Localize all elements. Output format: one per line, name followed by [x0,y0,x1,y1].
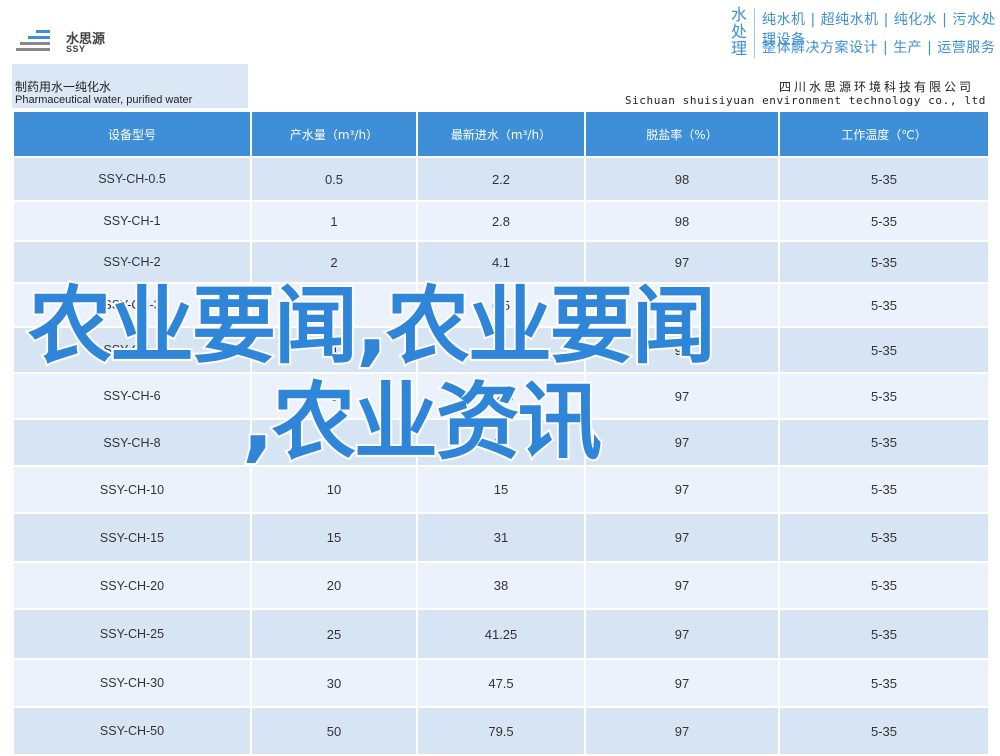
table-row: SSY-CH-10 10 15 97 5-35 [14,467,988,512]
cell-inflow: 41.25 [418,610,584,658]
cell-desalination: 97 [586,467,778,512]
cell-desalination: 97 [586,610,778,658]
company-name-cn: 四川水思源环境科技有限公司 [778,80,974,94]
header-output: 产水量（m³/h） [252,112,416,156]
product-title-en: Pharmaceutical water, purified water [15,94,193,106]
table-row: SSY-CH-2 2 4.1 97 5-35 [14,242,988,282]
cell-output: 10 [252,467,416,512]
cell-inflow: 47.5 [418,660,584,706]
table-row: SSY-CH-50 50 79.5 97 5-35 [14,708,988,754]
cell-desalination: 97 [586,514,778,561]
cell-model: SSY-CH-25 [14,610,250,658]
cell-model: SSY-CH-2 [14,242,250,282]
headline-line-2: ,农业资讯 [240,372,604,472]
brand-vertical-char: 理 [730,39,747,58]
cell-output: 50 [252,708,416,754]
table-row: SSY-CH-30 30 47.5 97 5-35 [14,660,988,706]
brand-vertical-text: 水 处 理 [728,6,750,57]
cell-inflow: 2.8 [418,202,584,240]
cell-output: 2 [252,242,416,282]
cell-desalination: 97 [586,563,778,608]
cell-temperature: 5-35 [780,467,988,512]
cell-desalination: 98 [586,202,778,240]
cell-inflow: 38 [418,563,584,608]
cell-output: 20 [252,563,416,608]
cell-desalination: 97 [586,660,778,706]
brand-vertical-char: 水 [730,5,747,24]
brand-divider [754,8,755,58]
cell-inflow: 2.2 [418,158,584,200]
cell-inflow: 79.5 [418,708,584,754]
table-row: SSY-CH-15 15 31 97 5-35 [14,514,988,561]
header-temperature: 工作温度（℃） [780,112,988,156]
product-title-block: 制药用水一纯化水 Pharmaceutical water, purified … [12,64,248,108]
table-row: SSY-CH-1 1 2.8 98 5-35 [14,202,988,240]
cell-output: 1 [252,202,416,240]
cell-model: SSY-CH-50 [14,708,250,754]
header-desalination: 脱盐率（%） [586,112,778,156]
logo-english-name: SSY [66,44,86,54]
cell-temperature: 5-35 [780,563,988,608]
brand-vertical-char: 处 [730,22,747,41]
table-row: SSY-CH-20 20 38 97 5-35 [14,563,988,608]
company-name-block: 四川水思源环境科技有限公司 Sichuan shuisiyuan environ… [252,64,988,108]
cell-temperature: 5-35 [780,202,988,240]
cell-model: SSY-CH-30 [14,660,250,706]
cell-output: 0.5 [252,158,416,200]
cell-model: SSY-CH-15 [14,514,250,561]
headline-overlay: 农业要闻,农业要闻 ,农业资讯 [26,276,948,472]
cell-temperature: 5-35 [780,708,988,754]
cell-model: SSY-CH-10 [14,467,250,512]
water-drop-logo-icon [16,30,50,51]
cell-temperature: 5-35 [780,158,988,200]
cell-output: 30 [252,660,416,706]
header-inflow: 最新进水（m³/h） [418,112,584,156]
brand-services-line: 整体解决方案设计 | 生产 | 运营服务 [762,40,996,56]
table-row: SSY-CH-25 25 41.25 97 5-35 [14,610,988,658]
cell-output: 15 [252,514,416,561]
company-name-en: Sichuan shuisiyuan environment technolog… [624,94,986,107]
cell-temperature: 5-35 [780,610,988,658]
product-title-cn: 制药用水一纯化水 [15,80,112,94]
header-model: 设备型号 [14,112,250,156]
cell-desalination: 98 [586,158,778,200]
cell-inflow: 15 [418,467,584,512]
headline-line-1: 农业要闻,农业要闻 [26,276,718,376]
cell-model: SSY-CH-20 [14,563,250,608]
cell-desalination: 97 [586,708,778,754]
cell-desalination: 97 [586,242,778,282]
cell-output: 25 [252,610,416,658]
cell-inflow: 4.1 [418,242,584,282]
table-header-row: 设备型号 产水量（m³/h） 最新进水（m³/h） 脱盐率（%） 工作温度（℃） [14,112,988,156]
cell-temperature: 5-35 [780,660,988,706]
cell-temperature: 5-35 [780,242,988,282]
cell-temperature: 5-35 [780,514,988,561]
cell-model: SSY-CH-0.5 [14,158,250,200]
cell-model: SSY-CH-1 [14,202,250,240]
table-row: SSY-CH-0.5 0.5 2.2 98 5-35 [14,158,988,200]
cell-inflow: 31 [418,514,584,561]
company-logo[interactable]: 水思源 SSY [14,24,124,60]
